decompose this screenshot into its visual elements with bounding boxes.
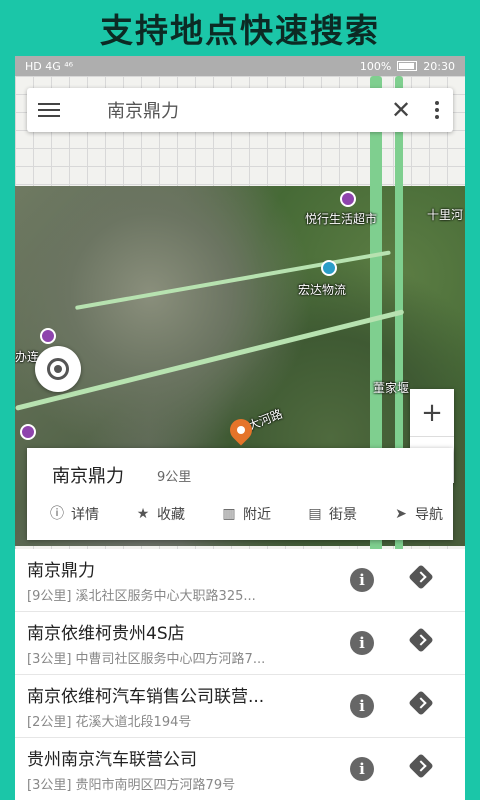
details-button[interactable]: ⓘ 详情 bbox=[49, 504, 99, 524]
navigation-icon: ➤ bbox=[395, 506, 407, 522]
place-actions: ⓘ 详情 ★ 收藏 ▥ 附近 ▤ 街景 ➤ 导航 bbox=[27, 504, 453, 532]
favorite-button[interactable]: ★ 收藏 bbox=[135, 504, 185, 524]
nearby-button[interactable]: ▥ 附近 bbox=[221, 504, 271, 524]
result-address: [3公里] 贵阳市南明区四方河路79号 bbox=[27, 778, 236, 793]
results-list: 南京鼎力 [9公里] 溪北社区服务中心大职路325... i 南京依维柯贵州4S… bbox=[15, 549, 465, 800]
result-name: 贵州南京汽车联营公司 bbox=[27, 750, 197, 770]
result-name: 南京鼎力 bbox=[27, 561, 95, 581]
place-title: 南京鼎力 bbox=[52, 466, 124, 487]
map-icon: ▥ bbox=[222, 506, 236, 522]
poi-label[interactable]: 董家堰 bbox=[373, 379, 409, 396]
info-icon[interactable]: i bbox=[350, 757, 374, 781]
star-icon: ★ bbox=[136, 506, 150, 522]
banner-title: 支持地点快速搜索 bbox=[100, 11, 380, 50]
streetview-button[interactable]: ▤ 街景 bbox=[307, 504, 357, 524]
clock: 20:30 bbox=[423, 59, 455, 73]
details-label: 详情 bbox=[71, 507, 99, 523]
search-bar[interactable]: 南京鼎力 ✕ bbox=[27, 88, 453, 132]
battery-icon bbox=[397, 61, 418, 71]
locate-icon bbox=[47, 358, 69, 380]
zoom-in-button[interactable]: + bbox=[410, 389, 454, 436]
directions-icon[interactable] bbox=[408, 690, 434, 716]
poi-label[interactable]: 十里河 bbox=[427, 206, 463, 223]
info-icon[interactable]: i bbox=[350, 568, 374, 592]
directions-icon[interactable] bbox=[408, 753, 434, 779]
favorite-label: 收藏 bbox=[157, 507, 185, 523]
poi-marker[interactable] bbox=[321, 260, 337, 276]
poi-label[interactable]: 悦行生活超市 bbox=[305, 210, 377, 227]
list-item[interactable]: 南京鼎力 [9公里] 溪北社区服务中心大职路325... i bbox=[15, 549, 465, 612]
result-address: [2公里] 花溪大道北段194号 bbox=[27, 715, 192, 730]
my-location-button[interactable] bbox=[35, 346, 81, 392]
menu-icon[interactable] bbox=[27, 88, 71, 132]
phone-screen: HD 4G ⁴⁶ 100% 20:30 悦行生活超市 宏达物流 十里河 董家堰 … bbox=[15, 56, 465, 800]
close-icon[interactable]: ✕ bbox=[381, 96, 421, 124]
poi-marker[interactable] bbox=[340, 191, 356, 207]
result-name: 南京依维柯贵州4S店 bbox=[27, 624, 185, 644]
result-name: 南京依维柯汽车销售公司联营... bbox=[27, 687, 265, 707]
poi-label[interactable]: 宏达物流 bbox=[298, 281, 346, 298]
result-address: [3公里] 中曹司社区服务中心四方河路7... bbox=[27, 652, 266, 667]
info-icon: ⓘ bbox=[50, 506, 64, 522]
info-icon[interactable]: i bbox=[350, 694, 374, 718]
navigation-label: 导航 bbox=[415, 507, 443, 523]
poi-marker[interactable] bbox=[20, 424, 36, 440]
streetview-icon: ▤ bbox=[308, 506, 322, 522]
place-card[interactable]: 南京鼎力 9公里 ⓘ 详情 ★ 收藏 ▥ 附近 ▤ 街景 ➤ 导航 bbox=[27, 448, 453, 540]
status-bar: HD 4G ⁴⁶ 100% 20:30 bbox=[15, 56, 465, 76]
promo-banner: 支持地点快速搜索 bbox=[0, 0, 480, 56]
list-item[interactable]: 南京依维柯汽车销售公司联营... [2公里] 花溪大道北段194号 i bbox=[15, 675, 465, 738]
result-address: [9公里] 溪北社区服务中心大职路325... bbox=[27, 589, 256, 604]
battery-percent: 100% bbox=[359, 59, 392, 73]
directions-icon[interactable] bbox=[408, 564, 434, 590]
more-options-icon[interactable] bbox=[421, 101, 453, 119]
info-icon[interactable]: i bbox=[350, 631, 374, 655]
search-input[interactable]: 南京鼎力 bbox=[71, 97, 381, 123]
navigation-button[interactable]: ➤ 导航 bbox=[393, 504, 443, 524]
poi-marker[interactable] bbox=[40, 328, 56, 344]
streetview-label: 街景 bbox=[329, 507, 357, 523]
directions-icon[interactable] bbox=[408, 627, 434, 653]
list-item[interactable]: 南京依维柯贵州4S店 [3公里] 中曹司社区服务中心四方河路7... i bbox=[15, 612, 465, 675]
place-distance: 9公里 bbox=[157, 470, 192, 485]
list-item[interactable]: 贵州南京汽车联营公司 [3公里] 贵阳市南明区四方河路79号 i bbox=[15, 738, 465, 800]
signal-indicator: HD 4G ⁴⁶ bbox=[25, 59, 74, 73]
nearby-label: 附近 bbox=[243, 507, 271, 523]
